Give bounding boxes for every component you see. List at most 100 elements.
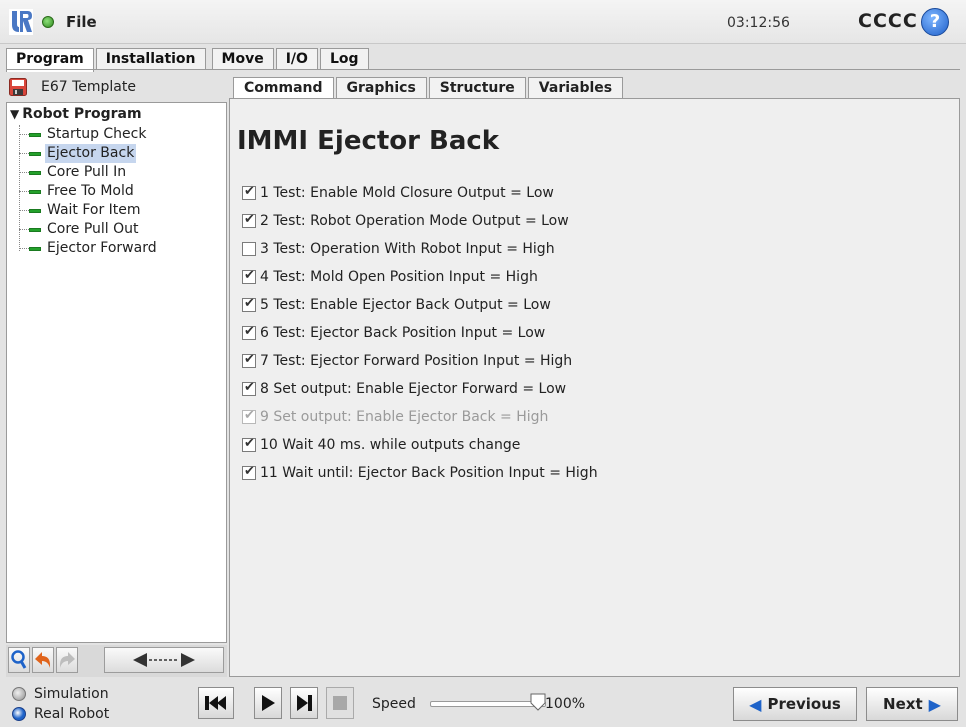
radio-icon[interactable] <box>12 687 26 701</box>
play-icon <box>262 695 275 711</box>
check-label: 5 Test: Enable Ejector Back Output = Low <box>260 297 551 313</box>
check-label: 10 Wait 40 ms. while outputs change <box>260 437 521 453</box>
check-row[interactable]: 10 Wait 40 ms. while outputs change <box>242 431 598 459</box>
check-row[interactable]: 5 Test: Enable Ejector Back Output = Low <box>242 291 598 319</box>
check-row[interactable]: 2 Test: Robot Operation Mode Output = Lo… <box>242 207 598 235</box>
arrow-left-icon: ◀ <box>749 694 762 714</box>
redo-button[interactable] <box>56 647 78 673</box>
node-icon <box>29 170 41 175</box>
help-icon[interactable]: ? <box>921 8 949 36</box>
expand-triangle-icon[interactable]: ▼ <box>10 107 19 121</box>
tree-item-startup-check[interactable]: Startup Check <box>19 125 148 144</box>
check-label: 9 Set output: Enable Ejector Back = High <box>260 409 549 425</box>
tab-command[interactable]: Command <box>233 77 334 99</box>
previous-label: Previous <box>767 695 841 713</box>
node-icon <box>29 227 41 232</box>
step-button[interactable] <box>290 687 318 719</box>
program-name: E67 Template <box>41 79 136 95</box>
check-row[interactable]: 9 Set output: Enable Ejector Back = High <box>242 403 598 431</box>
node-icon <box>29 246 41 251</box>
file-menu[interactable]: File <box>66 13 97 31</box>
next-button[interactable]: Next ▶ <box>866 687 958 721</box>
check-row[interactable]: 4 Test: Mold Open Position Input = High <box>242 263 598 291</box>
check-label: 2 Test: Robot Operation Mode Output = Lo… <box>260 213 569 229</box>
check-label: 4 Test: Mold Open Position Input = High <box>260 269 538 285</box>
tree-root[interactable]: ▼ Robot Program <box>10 106 142 122</box>
tab-divider <box>6 69 960 70</box>
node-tabs: Command Graphics Structure Variables <box>233 77 625 99</box>
tree-item-core-pull-in[interactable]: Core Pull In <box>19 163 128 182</box>
play-button[interactable] <box>254 687 282 719</box>
node-icon <box>29 189 41 194</box>
command-panel: IMMI Ejector Back 1 Test: Enable Mold Cl… <box>229 98 960 677</box>
node-title: IMMI Ejector Back <box>237 126 500 156</box>
check-row[interactable]: 7 Test: Ejector Forward Position Input =… <box>242 347 598 375</box>
node-icon <box>29 132 41 137</box>
rewind-button[interactable] <box>198 687 234 719</box>
undo-icon <box>35 652 50 668</box>
tab-variables[interactable]: Variables <box>527 77 624 99</box>
checkbox[interactable] <box>242 184 256 200</box>
tree-item-ejector-forward[interactable]: Ejector Forward <box>19 239 159 258</box>
check-row[interactable]: 3 Test: Operation With Robot Input = Hig… <box>242 235 598 263</box>
checkbox[interactable] <box>242 380 256 396</box>
check-label: 8 Set output: Enable Ejector Forward = L… <box>260 381 567 397</box>
main-tabs: Program Installation Move I/O Log <box>6 48 371 72</box>
checkbox[interactable] <box>242 464 256 480</box>
check-label: 1 Test: Enable Mold Closure Output = Low <box>260 185 554 201</box>
next-label: Next <box>883 695 923 713</box>
real-robot-option[interactable]: Real Robot <box>12 706 109 722</box>
status-led-icon <box>42 16 54 28</box>
stop-button[interactable] <box>326 687 354 719</box>
program-tree[interactable]: ▼ Robot Program Startup Check Ejector Bac… <box>6 102 227 643</box>
speed-slider[interactable] <box>430 701 546 707</box>
tree-toolbar <box>6 645 227 677</box>
clock: 03:12:56 <box>727 15 790 31</box>
checkbox[interactable] <box>242 436 256 452</box>
checkbox[interactable] <box>242 268 256 284</box>
top-bar: File 03:12:56 CCCC ? <box>0 0 966 44</box>
undo-button[interactable] <box>32 647 54 673</box>
previous-button[interactable]: ◀ Previous <box>733 687 857 721</box>
tab-io[interactable]: I/O <box>275 48 318 70</box>
tab-installation[interactable]: Installation <box>95 48 206 70</box>
checkbox[interactable] <box>242 324 256 340</box>
move-node-button[interactable] <box>104 647 224 673</box>
speed-slider-thumb[interactable] <box>530 693 546 711</box>
search-button[interactable] <box>8 647 30 673</box>
tab-log[interactable]: Log <box>319 48 369 70</box>
checkbox[interactable] <box>242 242 256 256</box>
save-icon[interactable] <box>9 78 27 96</box>
check-row[interactable]: 8 Set output: Enable Ejector Forward = L… <box>242 375 598 403</box>
check-list: 1 Test: Enable Mold Closure Output = Low… <box>242 179 598 487</box>
tab-move[interactable]: Move <box>211 48 274 70</box>
tree-item-core-pull-out[interactable]: Core Pull Out <box>19 220 141 239</box>
check-label: 11 Wait until: Ejector Back Position Inp… <box>260 465 598 481</box>
speed-label: Speed <box>372 696 416 712</box>
checkbox[interactable] <box>242 212 256 228</box>
check-row[interactable]: 6 Test: Ejector Back Position Input = Lo… <box>242 319 598 347</box>
checkbox[interactable] <box>242 352 256 368</box>
ur-logo-icon <box>9 9 33 35</box>
program-header: E67 Template <box>6 76 226 100</box>
tab-structure[interactable]: Structure <box>428 77 526 99</box>
arrow-right-icon: ▶ <box>928 694 941 714</box>
redo-icon <box>60 652 75 668</box>
rewind-icon <box>205 696 226 710</box>
move-arrows-icon <box>133 653 195 667</box>
checkbox <box>242 408 256 424</box>
tree-item-ejector-back[interactable]: Ejector Back <box>19 144 137 163</box>
check-row[interactable]: 1 Test: Enable Mold Closure Output = Low <box>242 179 598 207</box>
check-row[interactable]: 11 Wait until: Ejector Back Position Inp… <box>242 459 598 487</box>
tree-item-wait-for-item[interactable]: Wait For Item <box>19 201 143 220</box>
checkbox[interactable] <box>242 296 256 312</box>
real-robot-label: Real Robot <box>34 706 110 722</box>
simulation-label: Simulation <box>34 686 109 702</box>
step-icon <box>297 695 312 711</box>
node-icon <box>29 151 41 156</box>
tree-item-free-to-mold[interactable]: Free To Mold <box>19 182 136 201</box>
radio-icon[interactable] <box>12 707 26 721</box>
node-icon <box>29 208 41 213</box>
simulation-option[interactable]: Simulation <box>12 686 109 702</box>
tab-graphics[interactable]: Graphics <box>335 77 427 99</box>
